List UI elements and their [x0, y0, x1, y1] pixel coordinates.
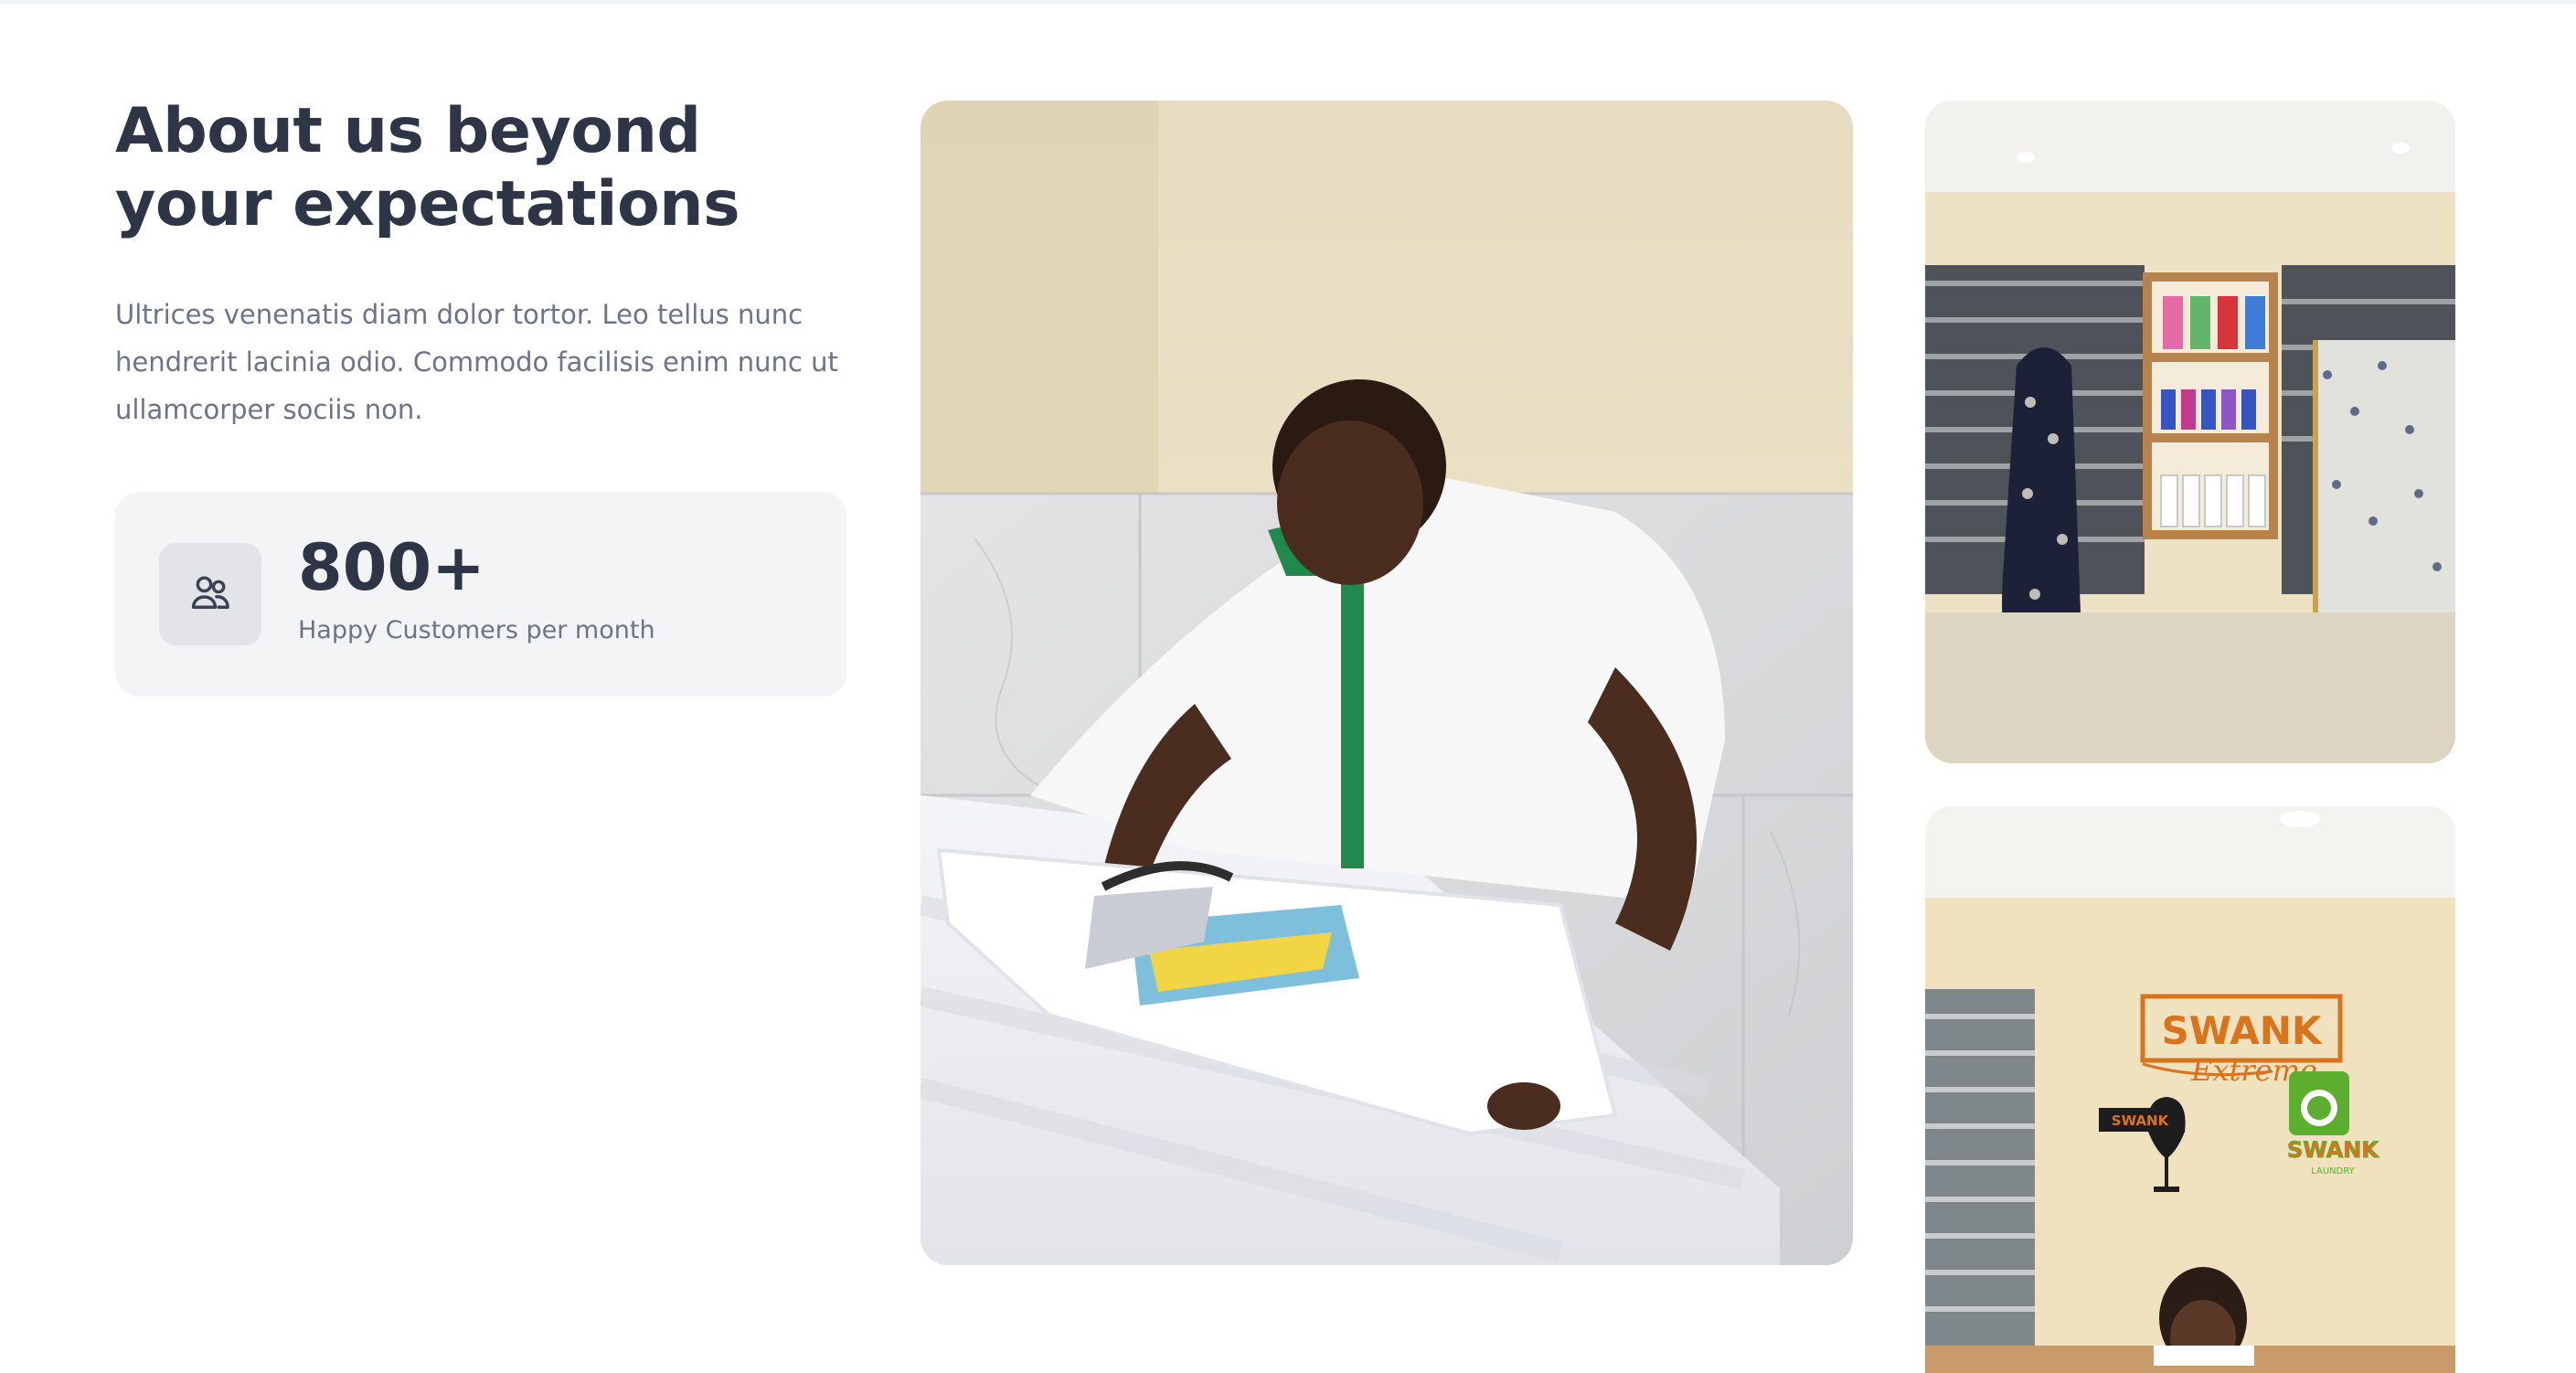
section-heading: About us beyond your expectations: [115, 95, 740, 240]
stat-icon-box: [159, 543, 261, 645]
section-description: Ultrices venenatis diam dolor tortor. Le…: [115, 299, 838, 425]
reception-badge-right: SWANK: [2287, 1137, 2379, 1163]
top-divider: [0, 0, 2576, 4]
reception-badge-left: SWANK: [2112, 1112, 2170, 1129]
stat-label: Happy Customers per month: [298, 616, 655, 644]
reception-logo-brand: SWANK: [2162, 1008, 2323, 1053]
photo-ironing: [921, 101, 1853, 1265]
users-icon: [186, 569, 234, 621]
stat-value: 800+: [298, 530, 485, 605]
stat-card: 800+ Happy Customers per month: [115, 492, 846, 697]
reception-badge-right-sub: LAUNDRY: [2311, 1166, 2355, 1176]
photo-reception: SWANK Extreme SWANK SWANK LAUNDRY: [1925, 806, 2455, 1373]
photo-shop-interior: [1925, 101, 2455, 763]
